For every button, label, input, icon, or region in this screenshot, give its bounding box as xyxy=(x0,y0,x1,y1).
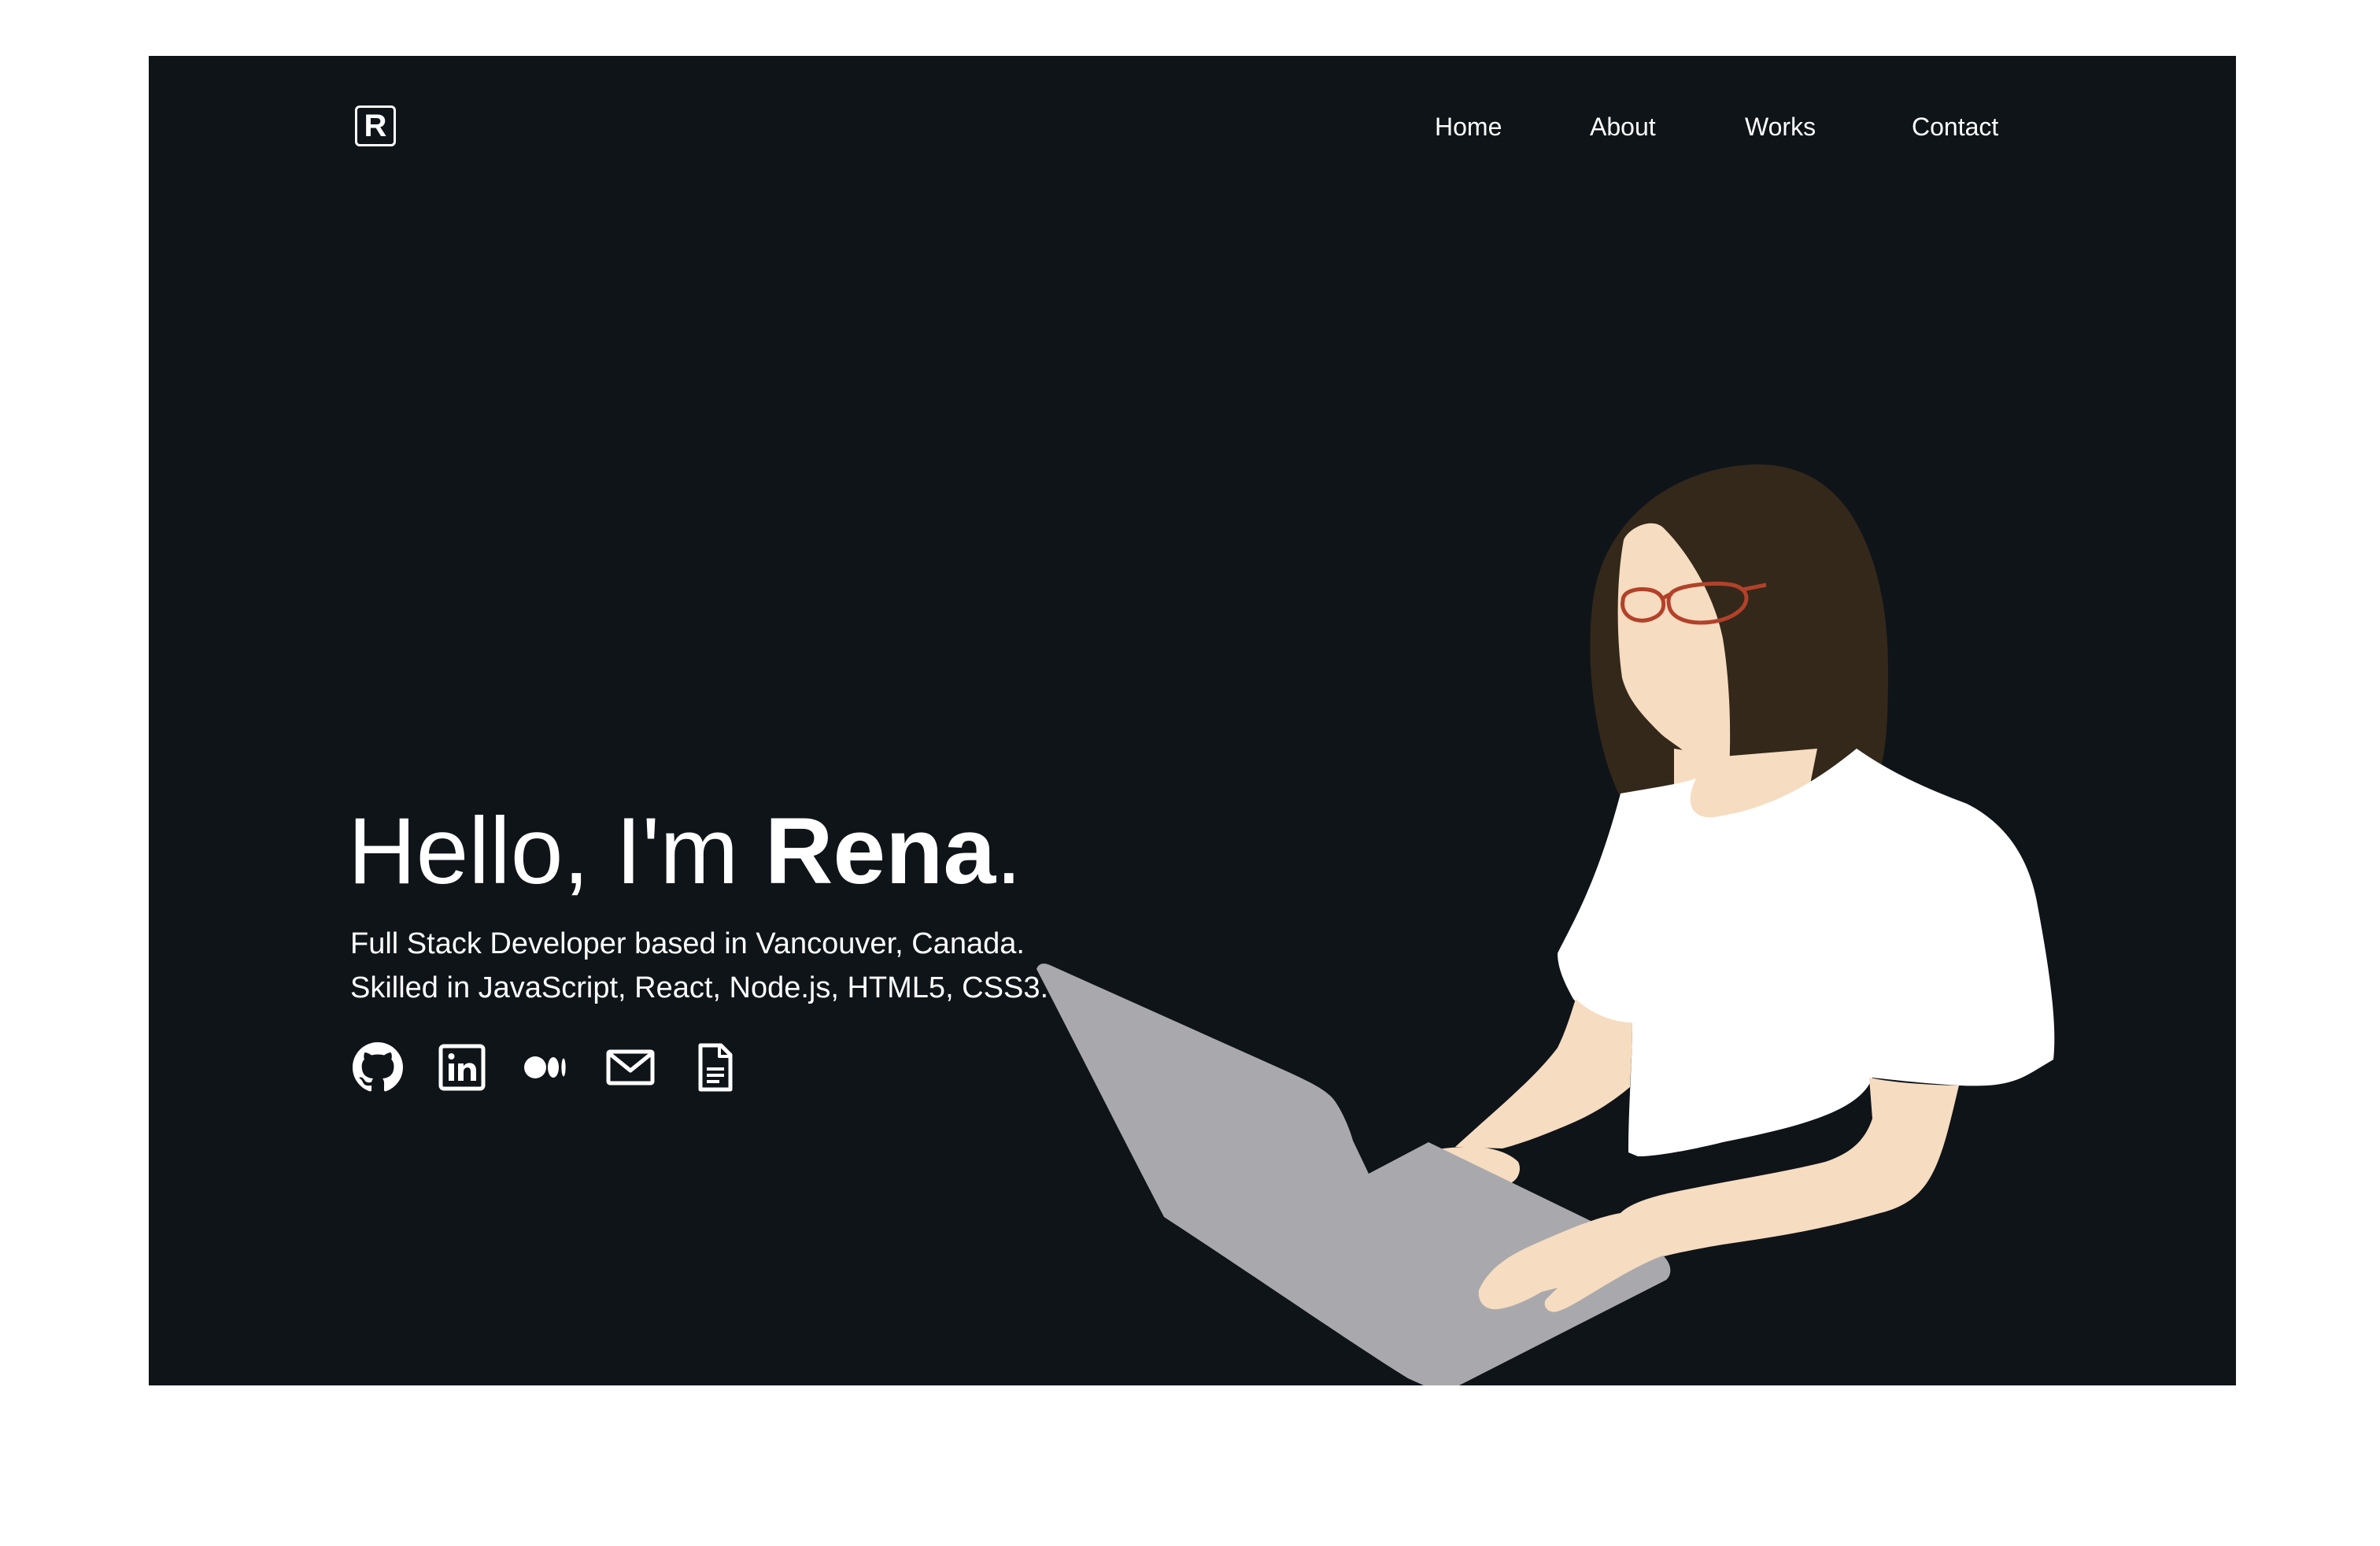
laptop xyxy=(1037,963,1671,1385)
medium-icon-graphic xyxy=(524,1056,566,1078)
hero-tagline-line2: Skilled in JavaScript, React, Node.js, H… xyxy=(350,971,1049,1004)
github-icon-graphic xyxy=(353,1042,403,1092)
neck xyxy=(1674,749,1817,820)
github-icon[interactable] xyxy=(353,1042,403,1093)
headline-period: . xyxy=(996,798,1022,904)
greeting-text: Hello, I'm xyxy=(348,798,765,904)
left-arm xyxy=(1455,999,1632,1148)
developer-illustration xyxy=(1037,464,2055,1385)
shirt xyxy=(1558,749,2055,1156)
document-icon[interactable] xyxy=(689,1042,740,1093)
face xyxy=(1617,523,1731,805)
email-icon-graphic xyxy=(606,1049,655,1086)
right-arm xyxy=(1621,1078,1959,1256)
linkedin-icon[interactable] xyxy=(437,1042,487,1093)
hero-section: R Home About Works Contact Hello, I'm Re… xyxy=(149,56,2236,1385)
email-icon[interactable] xyxy=(605,1042,656,1093)
document-icon-graphic xyxy=(698,1043,733,1092)
hair xyxy=(1590,464,1888,821)
name-text: Rena xyxy=(764,798,996,904)
hero-tagline-line1: Full Stack Developer based in Vancouver,… xyxy=(350,927,1025,960)
left-hand xyxy=(1399,1147,1520,1220)
nav-works[interactable]: Works xyxy=(1745,111,1816,142)
logo[interactable]: R xyxy=(355,105,396,146)
hero-headline: Hello, I'm Rena. xyxy=(348,780,1022,922)
glasses xyxy=(1621,582,1767,625)
linkedin-icon-graphic xyxy=(438,1044,486,1091)
right-hand xyxy=(1478,1212,1677,1312)
nav-about[interactable]: About xyxy=(1590,111,1656,142)
nav-home[interactable]: Home xyxy=(1435,111,1502,142)
nav-contact[interactable]: Contact xyxy=(1912,111,1998,142)
medium-icon[interactable] xyxy=(521,1042,571,1093)
